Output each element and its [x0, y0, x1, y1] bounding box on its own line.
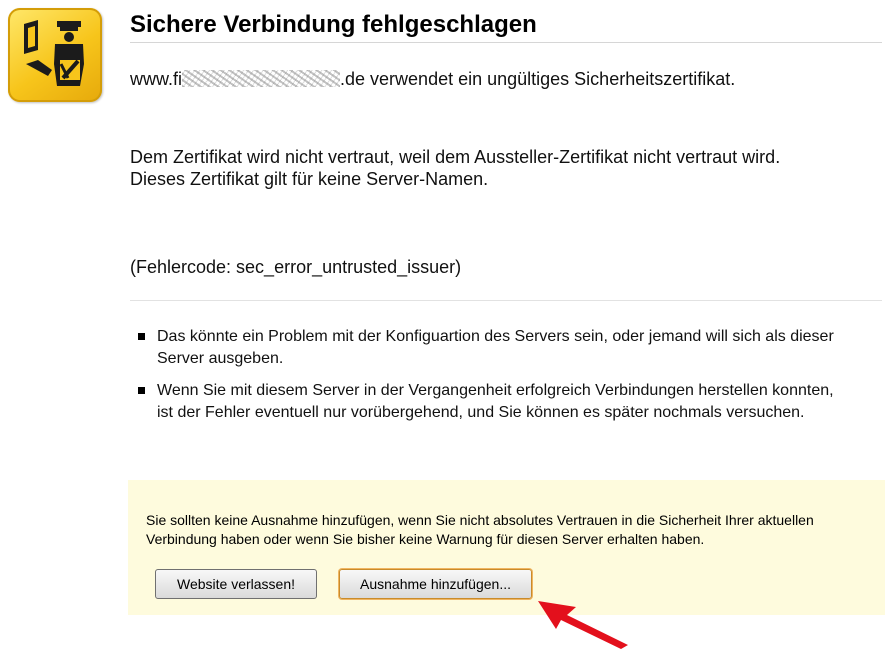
certificate-host-message: www.fi .de verwendet ein ungültiges Siche…	[130, 68, 882, 90]
bullet-icon	[138, 333, 145, 340]
police-officer-icon	[8, 8, 102, 102]
list-item: Wenn Sie mit diesem Server in der Vergan…	[135, 380, 835, 424]
explanation-list: Das könnte ein Problem mit der Konfiguar…	[135, 326, 835, 434]
issuer-untrusted-text: Dem Zertifikat wird nicht vertraut, weil…	[130, 147, 781, 167]
list-item: Das könnte ein Problem mit der Konfiguar…	[135, 326, 835, 370]
exception-warning-box: Sie sollten keine Ausnahme hinzufügen, w…	[128, 480, 885, 615]
page-title: Sichere Verbindung fehlgeschlagen	[130, 11, 537, 38]
error-code: (Fehlercode: sec_error_untrusted_issuer)	[130, 257, 462, 277]
trust-message: Dem Zertifikat wird nicht vertraut, weil…	[130, 146, 882, 190]
add-exception-button[interactable]: Ausnahme hinzufügen...	[339, 569, 532, 599]
obscured-hostname	[182, 70, 341, 87]
exception-warning-text: Sie sollten keine Ausnahme hinzufügen, w…	[146, 512, 814, 547]
leave-website-button[interactable]: Website verlassen!	[155, 569, 317, 599]
host-prefix: www.fi	[130, 69, 183, 89]
title-divider	[130, 42, 882, 43]
host-suffix: .de verwendet ein ungültiges Sicherheits…	[340, 69, 736, 89]
server-name-text: Dieses Zertifikat gilt für keine Server-…	[130, 169, 489, 189]
bullet-icon	[138, 387, 145, 394]
red-arrow-icon	[538, 601, 628, 649]
section-divider	[130, 300, 882, 301]
list-item-text: Wenn Sie mit diesem Server in der Vergan…	[157, 382, 834, 421]
list-item-text: Das könnte ein Problem mit der Konfiguar…	[157, 328, 834, 367]
